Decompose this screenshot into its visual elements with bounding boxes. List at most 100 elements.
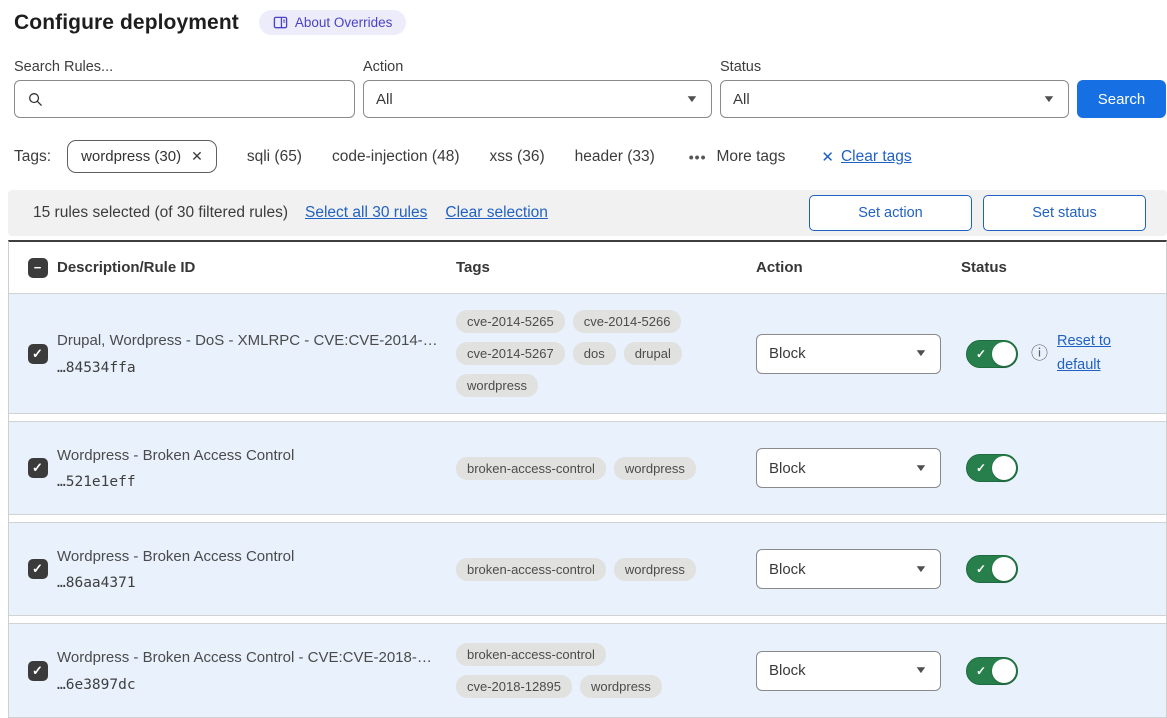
tag-pill: wordpress bbox=[614, 457, 696, 480]
action-filter-value: All bbox=[376, 91, 393, 108]
chevron-down-icon: ▼ bbox=[1042, 94, 1056, 105]
select-all-checkbox[interactable]: − bbox=[28, 258, 48, 278]
column-header-action: Action bbox=[756, 259, 961, 276]
chevron-down-icon: ▼ bbox=[914, 463, 928, 474]
tag-pill: wordpress bbox=[580, 675, 662, 698]
rule-id: …521e1eff bbox=[57, 474, 440, 490]
row-checkbox[interactable]: ✓ bbox=[28, 344, 48, 364]
remove-tag-icon[interactable]: ✕ bbox=[191, 148, 203, 165]
set-action-button[interactable]: Set action bbox=[809, 195, 972, 231]
selected-tag-label: wordpress (30) bbox=[81, 148, 181, 165]
check-icon: ✓ bbox=[32, 346, 43, 362]
tag-pill: cve-2018-12895 bbox=[456, 675, 572, 698]
book-icon bbox=[273, 15, 288, 30]
check-icon: ✓ bbox=[32, 460, 43, 476]
chevron-down-icon: ▼ bbox=[914, 665, 928, 676]
about-overrides-badge[interactable]: About Overrides bbox=[259, 10, 407, 35]
search-label: Search Rules... bbox=[14, 59, 355, 75]
status-extra: ⓘ Reset to default bbox=[1031, 330, 1119, 378]
status-toggle[interactable]: ✓ bbox=[966, 657, 1018, 685]
row-checkbox[interactable]: ✓ bbox=[28, 559, 48, 579]
clear-tags-x-icon: ✕ bbox=[821, 148, 834, 166]
status-toggle[interactable]: ✓ bbox=[966, 340, 1018, 368]
action-select-value: Block bbox=[769, 561, 806, 578]
selected-tag-chip[interactable]: wordpress (30) ✕ bbox=[67, 140, 217, 173]
rule-tags: cve-2014-5265cve-2014-5266cve-2014-5267d… bbox=[456, 310, 726, 397]
chevron-down-icon: ▼ bbox=[914, 564, 928, 575]
action-select-value: Block bbox=[769, 662, 806, 679]
set-status-button[interactable]: Set status bbox=[983, 195, 1146, 231]
table-row: ✓ Wordpress - Broken Access Control …521… bbox=[9, 421, 1166, 515]
filter-row: Search Rules... Action All ▼ Status All … bbox=[14, 59, 1166, 118]
tag-pill: cve-2014-5265 bbox=[456, 310, 565, 333]
table-header: − Description/Rule ID Tags Action Status bbox=[9, 242, 1166, 294]
status-toggle[interactable]: ✓ bbox=[966, 454, 1018, 482]
rule-description: Wordpress - Broken Access Control - CVE:… bbox=[57, 648, 440, 668]
rule-id: …84534ffa bbox=[57, 360, 440, 376]
search-button[interactable]: Search bbox=[1077, 80, 1166, 118]
toggle-check-icon: ✓ bbox=[976, 347, 986, 361]
tags-label: Tags: bbox=[14, 148, 51, 166]
check-icon: ✓ bbox=[32, 663, 43, 679]
info-icon[interactable]: ⓘ bbox=[1031, 345, 1048, 362]
tag-pill: broken-access-control bbox=[456, 558, 606, 581]
clear-selection-link[interactable]: Clear selection bbox=[445, 204, 548, 222]
action-filter-select[interactable]: All ▼ bbox=[363, 80, 712, 118]
tag-filter-code-injection[interactable]: code-injection (48) bbox=[332, 148, 460, 166]
rules-table: − Description/Rule ID Tags Action Status… bbox=[8, 240, 1167, 718]
row-checkbox[interactable]: ✓ bbox=[28, 458, 48, 478]
toggle-check-icon: ✓ bbox=[976, 461, 986, 475]
clear-tags-button[interactable]: ✕ Clear tags bbox=[821, 148, 911, 166]
rule-tags: broken-access-control wordpress bbox=[456, 457, 726, 480]
selection-bar: 15 rules selected (of 30 filtered rules)… bbox=[8, 190, 1167, 236]
ellipsis-icon: ••• bbox=[689, 149, 707, 165]
search-input-box bbox=[14, 80, 355, 118]
tag-pill: cve-2014-5266 bbox=[573, 310, 682, 333]
tag-filter-header[interactable]: header (33) bbox=[575, 148, 655, 166]
rule-id: …86aa4371 bbox=[57, 575, 440, 591]
indeterminate-icon: − bbox=[34, 260, 42, 275]
toggle-knob bbox=[992, 557, 1016, 581]
toggle-knob bbox=[992, 659, 1016, 683]
tag-filter-sqli[interactable]: sqli (65) bbox=[247, 148, 302, 166]
status-filter-label: Status bbox=[720, 59, 1069, 75]
check-icon: ✓ bbox=[32, 561, 43, 577]
action-filter-label: Action bbox=[363, 59, 712, 75]
toggle-check-icon: ✓ bbox=[976, 562, 986, 576]
tag-pill: broken-access-control bbox=[456, 457, 606, 480]
action-select[interactable]: Block ▼ bbox=[756, 651, 941, 691]
reset-link[interactable]: Reset to default bbox=[1057, 330, 1119, 378]
rule-tags: broken-access-control wordpress bbox=[456, 558, 726, 581]
action-select[interactable]: Block ▼ bbox=[756, 334, 941, 374]
table-row: ✓ Drupal, Wordpress - DoS - XMLRPC - CVE… bbox=[9, 294, 1166, 414]
search-icon bbox=[27, 91, 44, 108]
action-select-value: Block bbox=[769, 460, 806, 477]
column-header-tags: Tags bbox=[456, 259, 756, 276]
status-filter-select[interactable]: All ▼ bbox=[720, 80, 1069, 118]
rule-id: …6e3897dc bbox=[57, 677, 440, 693]
column-header-description: Description/Rule ID bbox=[57, 259, 456, 276]
tag-pill: wordpress bbox=[614, 558, 696, 581]
search-input[interactable] bbox=[52, 91, 342, 108]
tag-filter-xss[interactable]: xss (36) bbox=[490, 148, 545, 166]
rule-description: Drupal, Wordpress - DoS - XMLRPC - CVE:C… bbox=[57, 331, 440, 351]
action-select-value: Block bbox=[769, 345, 806, 362]
clear-tags-label: Clear tags bbox=[841, 148, 912, 166]
action-select[interactable]: Block ▼ bbox=[756, 549, 941, 589]
select-all-link[interactable]: Select all 30 rules bbox=[305, 204, 427, 222]
status-toggle[interactable]: ✓ bbox=[966, 555, 1018, 583]
about-overrides-label: About Overrides bbox=[295, 15, 393, 30]
row-checkbox[interactable]: ✓ bbox=[28, 661, 48, 681]
toggle-knob bbox=[992, 342, 1016, 366]
page-header: Configure deployment About Overrides bbox=[14, 10, 1167, 35]
action-select[interactable]: Block ▼ bbox=[756, 448, 941, 488]
tag-pill: broken-access-control bbox=[456, 643, 606, 666]
selection-summary: 15 rules selected (of 30 filtered rules) bbox=[33, 204, 288, 222]
more-tags-button[interactable]: ••• More tags bbox=[689, 148, 786, 166]
tag-pill: wordpress bbox=[456, 374, 538, 397]
table-row: ✓ Wordpress - Broken Access Control …86a… bbox=[9, 522, 1166, 616]
rule-tags: broken-access-control cve-2018-12895 wordp… bbox=[456, 643, 726, 698]
status-filter-value: All bbox=[733, 91, 750, 108]
tag-pill: cve-2014-5267 bbox=[456, 342, 565, 365]
toggle-check-icon: ✓ bbox=[976, 664, 986, 678]
